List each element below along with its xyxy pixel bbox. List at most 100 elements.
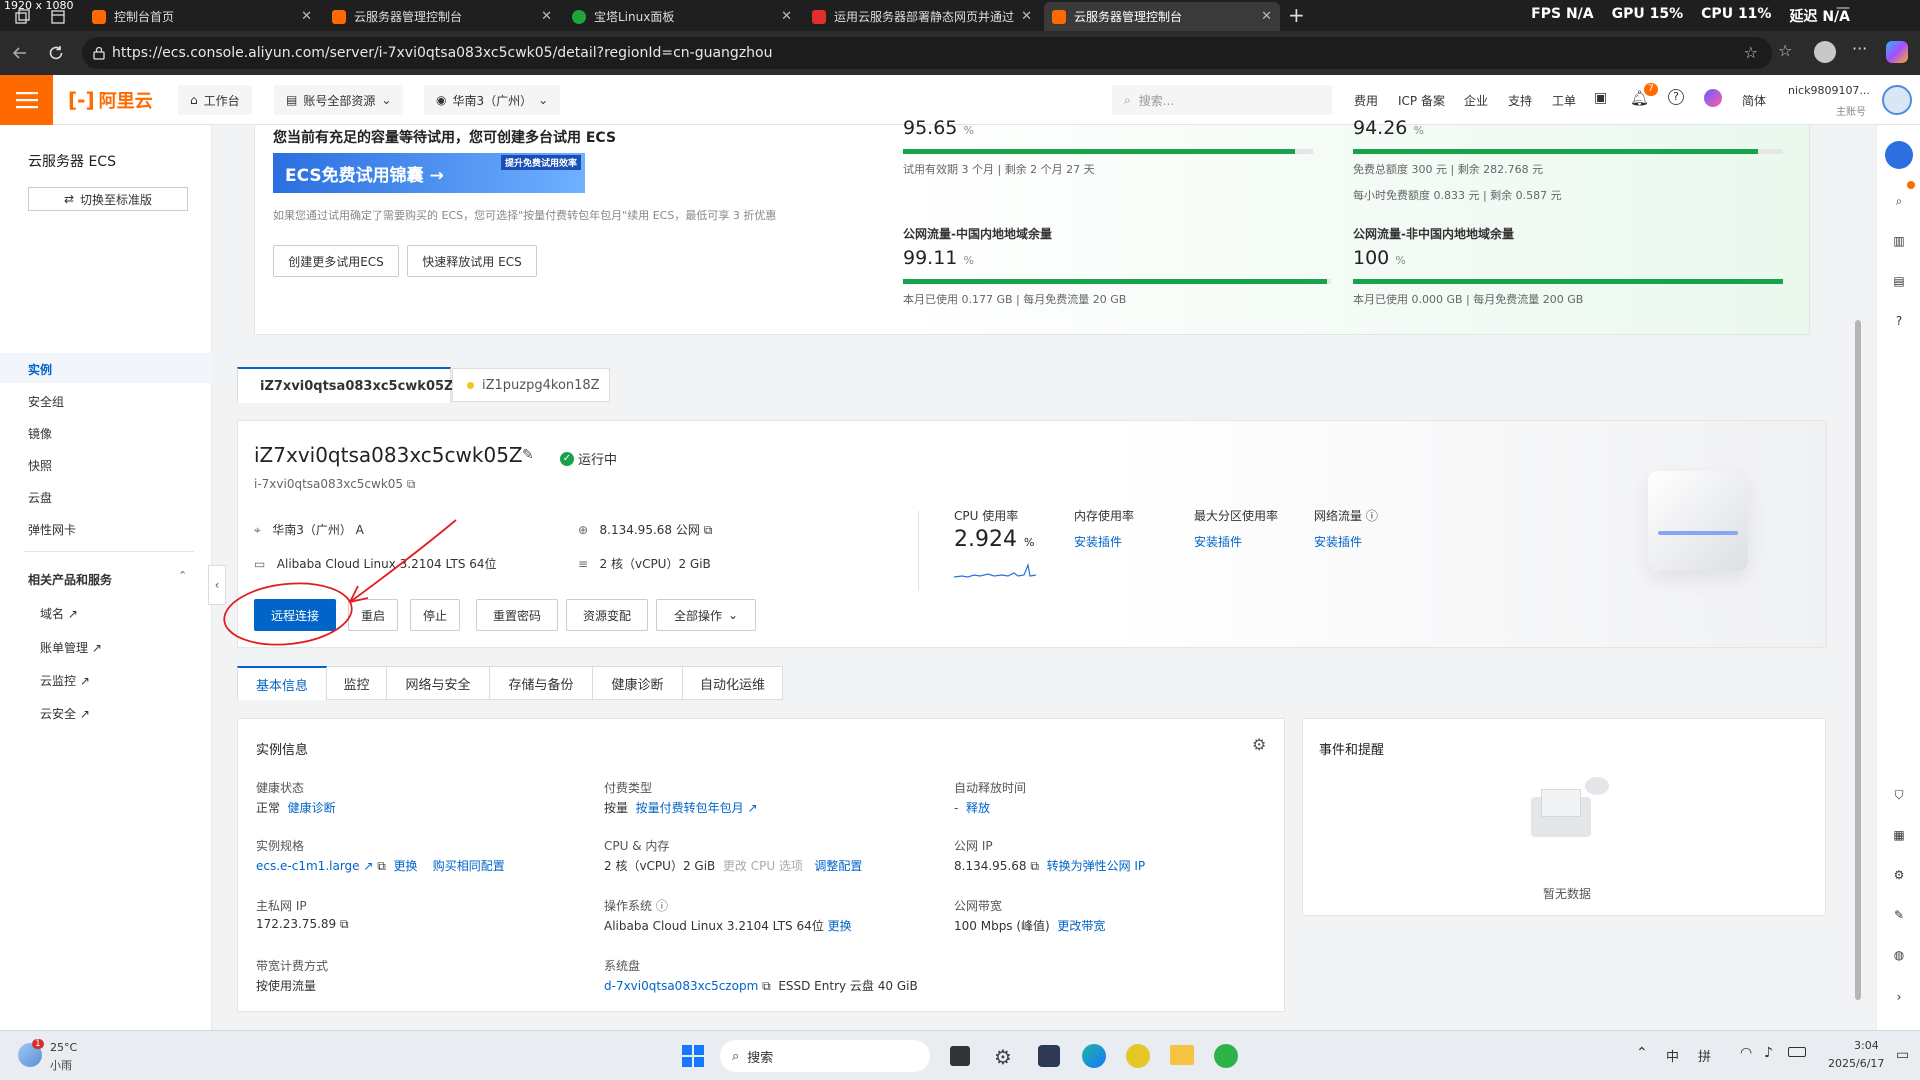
instance-tab-2[interactable]: iZ1puzpg4kon18Z	[452, 368, 610, 402]
change-bandwidth-link[interactable]: 更改带宽	[1057, 919, 1105, 933]
create-trial-button[interactable]: 创建更多试用ECS	[273, 245, 399, 277]
change-os-link[interactable]: 更换	[828, 919, 852, 933]
minimize-button[interactable]: —	[1836, 0, 1850, 16]
convert-subscription-link[interactable]: 按量付费转包年包月	[636, 801, 744, 815]
browser-menu-icon[interactable]: ···	[1852, 39, 1867, 58]
store-app-icon[interactable]	[1038, 1045, 1060, 1067]
trial-banner[interactable]: ECS免费试用锦囊 → 提升免费试用效率	[273, 153, 585, 193]
reset-password-button[interactable]: 重置密码	[476, 599, 558, 631]
related-item-cloudmonitor[interactable]: 云监控 ↗	[40, 672, 90, 689]
copy-icon[interactable]: ⧉	[340, 917, 349, 931]
language-switch[interactable]: 简体	[1742, 92, 1766, 109]
close-tab-icon[interactable]: ✕	[1021, 9, 1032, 24]
nav-billing[interactable]: 费用	[1354, 92, 1378, 109]
file-explorer-icon[interactable]	[1170, 1045, 1194, 1065]
account-resources-dropdown[interactable]: ▤ 账号全部资源 ⌄	[274, 85, 404, 115]
aliyun-logo[interactable]: [-] 阿里云	[68, 87, 153, 113]
back-arrow-icon[interactable]	[10, 43, 30, 63]
nav-support[interactable]: 支持	[1508, 92, 1532, 109]
vertical-tabs-icon[interactable]	[50, 9, 66, 25]
nav-icp[interactable]: ICP 备案	[1398, 92, 1445, 109]
favorite-star-icon[interactable]: ☆	[1744, 43, 1758, 62]
related-item-domain[interactable]: 域名 ↗	[40, 605, 78, 622]
page-scrollbar[interactable]	[1854, 130, 1862, 1020]
help-circle-icon[interactable]: ⓘ	[1366, 509, 1378, 523]
app-icon-yellow[interactable]	[1126, 1044, 1150, 1068]
help-icon[interactable]: ?	[1668, 89, 1684, 105]
copy-icon[interactable]: ⧉	[704, 523, 713, 537]
release-trial-button[interactable]: 快速释放试用 ECS	[407, 245, 537, 277]
all-actions-dropdown[interactable]: 全部操作 ⌄	[656, 599, 756, 631]
tab-network-security[interactable]: 网络与安全	[387, 666, 490, 700]
show-hidden-icons-chevron[interactable]: ⌃	[1636, 1045, 1648, 1061]
help-icon[interactable]: ?	[1889, 311, 1909, 331]
release-link[interactable]: 释放	[966, 801, 990, 815]
battery-icon[interactable]	[1788, 1047, 1806, 1057]
buy-same-config-link[interactable]: 购买相同配置	[433, 859, 505, 873]
wechat-app-icon[interactable]	[1214, 1044, 1238, 1068]
settings-icon[interactable]: ⚙	[1889, 865, 1909, 885]
related-item-billing[interactable]: 账单管理 ↗	[40, 639, 102, 656]
document-icon[interactable]: ▤	[1889, 271, 1909, 291]
browser-tab-1[interactable]: 控制台首页 ✕	[84, 2, 320, 31]
user-name[interactable]: nick9809107...	[1788, 84, 1870, 97]
browser-tab-2[interactable]: 云服务器管理控制台 ✕	[324, 2, 560, 31]
tab-actions-icon[interactable]	[14, 9, 30, 25]
ime-mode-2[interactable]: 拼	[1698, 1046, 1711, 1065]
support-icon[interactable]: ◍	[1889, 945, 1909, 965]
assistant-robot-icon[interactable]	[1885, 141, 1913, 169]
settings-app-icon[interactable]: ⚙	[994, 1045, 1012, 1069]
spec-link[interactable]: ecs.e-c1m1.large	[256, 859, 360, 873]
edit-icon[interactable]: ✎	[1889, 905, 1909, 925]
sidebar-item-instances[interactable]: 实例	[28, 361, 52, 378]
expand-arrow-icon[interactable]: ›	[1889, 987, 1909, 1007]
tab-automation[interactable]: 自动化运维	[683, 666, 783, 700]
instance-tab-active[interactable]: iZ7xvi0qtsa083xc5cwk05Z	[237, 367, 453, 403]
chevron-up-icon[interactable]: ⌃	[178, 569, 187, 582]
tab-basic-info[interactable]: 基本信息	[237, 666, 327, 700]
book-icon[interactable]: ▥	[1889, 231, 1909, 251]
convert-eip-link[interactable]: 转换为弹性公网 IP	[1047, 859, 1146, 873]
settings-gear-icon[interactable]: ⚙	[1252, 735, 1266, 754]
install-plugin-memory-link[interactable]: 安装插件	[1074, 533, 1122, 550]
ime-mode-1[interactable]: 中	[1666, 1046, 1679, 1065]
notifications-icon[interactable]: ▭	[1896, 1047, 1909, 1063]
change-spec-link[interactable]: 更换	[393, 859, 417, 873]
sidebar-item-eni[interactable]: 弹性网卡	[28, 521, 76, 538]
task-view-icon[interactable]	[950, 1046, 970, 1066]
related-item-security[interactable]: 云安全 ↗	[40, 705, 90, 722]
search-icon[interactable]: ⌕	[1889, 191, 1909, 211]
copy-icon[interactable]: ⧉	[762, 979, 771, 993]
nav-ticket[interactable]: 工单	[1552, 92, 1576, 109]
close-tab-icon[interactable]: ✕	[781, 9, 792, 24]
sidebar-item-images[interactable]: 镜像	[28, 425, 52, 442]
external-link-icon[interactable]: ↗	[748, 801, 758, 815]
browser-tab-3[interactable]: 宝塔Linux面板 ✕	[564, 2, 800, 31]
browser-tab-5-active[interactable]: 云服务器管理控制台 ✕	[1044, 2, 1280, 31]
install-plugin-disk-link[interactable]: 安装插件	[1194, 533, 1242, 550]
tab-health-diagnosis[interactable]: 健康诊断	[593, 666, 683, 700]
volume-icon[interactable]: ♪	[1764, 1045, 1773, 1061]
sidebar-item-security-group[interactable]: 安全组	[28, 393, 64, 410]
install-plugin-network-link[interactable]: 安装插件	[1314, 533, 1362, 550]
copy-icon[interactable]: ⧉	[377, 859, 386, 873]
tab-storage-backup[interactable]: 存储与备份	[490, 666, 593, 700]
switch-to-standard-button[interactable]: ⇄ 切换至标准版	[28, 187, 188, 211]
close-tab-icon[interactable]: ✕	[1261, 9, 1272, 24]
favorites-icon[interactable]: ☆	[1778, 41, 1792, 60]
adjust-config-link[interactable]: 调整配置	[814, 859, 862, 873]
taskbar-search[interactable]: ⌕ 搜索	[720, 1040, 930, 1072]
refresh-icon[interactable]	[46, 43, 66, 63]
terminal-icon[interactable]: ▣	[1594, 90, 1607, 106]
start-button[interactable]	[682, 1045, 704, 1067]
user-avatar[interactable]	[1882, 85, 1912, 115]
tab-monitoring[interactable]: 监控	[327, 666, 387, 700]
external-link-icon[interactable]: ↗	[363, 859, 373, 873]
cart-icon[interactable]: ⛉	[1889, 785, 1909, 805]
url-bar[interactable]: https://ecs.console.aliyun.com/server/i-…	[82, 37, 1772, 69]
disk-id-link[interactable]: d-7xvi0qtsa083xc5czopm	[604, 979, 758, 993]
clock-date[interactable]: 2025/6/17	[1828, 1057, 1884, 1070]
region-dropdown[interactable]: ◉ 华南3（广州） ⌄	[424, 85, 561, 115]
edit-name-icon[interactable]: ✎	[522, 447, 534, 463]
sidebar-item-snapshots[interactable]: 快照	[28, 457, 52, 474]
